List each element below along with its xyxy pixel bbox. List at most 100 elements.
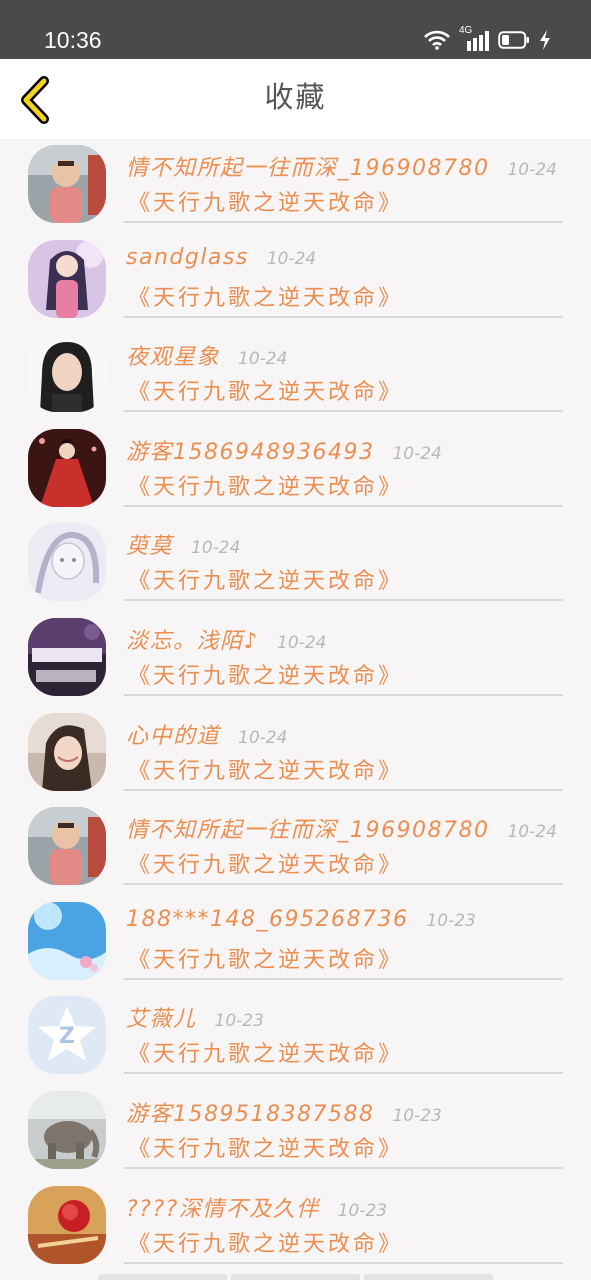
avatar[interactable] xyxy=(28,239,106,318)
timestamp: 10-24 xyxy=(392,443,442,464)
user-name[interactable]: 夜观星象 xyxy=(126,339,220,371)
name-line: 游客1589518387588 10-23 xyxy=(126,1096,442,1128)
work-title[interactable]: 《天行九歌之逆天改命》 xyxy=(128,942,403,974)
name-line: 萸莫 10-24 xyxy=(126,528,241,560)
portrait-photo-avatar xyxy=(28,334,106,413)
user-name[interactable]: 艾薇儿 xyxy=(126,1001,197,1033)
name-line: sandglass 10-24 xyxy=(126,245,316,275)
name-line: 游客1586948936493 10-24 xyxy=(126,434,442,466)
timestamp: 10-24 xyxy=(191,538,241,559)
user-name[interactable]: 情不知所起一往而深_196908780 xyxy=(126,812,489,844)
work-title[interactable]: 《天行九歌之逆天改命》 xyxy=(128,563,403,595)
wifi-icon xyxy=(424,30,450,50)
avatar[interactable] xyxy=(28,523,106,602)
name-line: 夜观星象 10-24 xyxy=(126,339,288,371)
divider xyxy=(124,221,563,223)
divider xyxy=(124,977,563,980)
timestamp: 10-24 xyxy=(238,727,288,748)
work-title[interactable]: 《天行九歌之逆天改命》 xyxy=(128,753,403,785)
charging-icon xyxy=(540,30,550,50)
next-row-peek xyxy=(98,1274,493,1280)
list-item[interactable]: sandglass 10-24 《天行九歌之逆天改命》 xyxy=(0,235,591,330)
user-name[interactable]: 心中的道 xyxy=(126,718,220,750)
user-name[interactable]: 淡忘。浅陌♪ xyxy=(126,623,259,655)
list-item[interactable]: 游客1589518387588 10-23 《天行九歌之逆天改命》 xyxy=(0,1086,591,1181)
page-title: 收藏 xyxy=(264,80,327,114)
user-name[interactable]: 188***148_695268736 xyxy=(126,907,408,932)
name-line: ????深情不及久伴 10-23 xyxy=(126,1191,387,1223)
rose-gift-avatar xyxy=(28,1185,106,1264)
user-name[interactable]: 萸莫 xyxy=(126,528,173,560)
list-item[interactable]: 情不知所起一往而深_196908780 10-24 《天行九歌之逆天改命》 xyxy=(0,802,591,897)
divider xyxy=(124,883,563,886)
work-title[interactable]: 《天行九歌之逆天改命》 xyxy=(128,1036,403,1068)
work-title[interactable]: 《天行九歌之逆天改命》 xyxy=(128,185,403,217)
list-item[interactable]: 情不知所起一往而深_196908780 10-24 《天行九歌之逆天改命》 xyxy=(0,140,591,235)
list-item[interactable]: 心中的道 10-24 《天行九歌之逆天改命》 xyxy=(0,708,591,803)
anime-girl-avatar xyxy=(28,239,106,318)
divider xyxy=(124,1261,563,1264)
name-line: 情不知所起一往而深_196908780 10-24 xyxy=(126,150,557,182)
user-name[interactable]: ????深情不及久伴 xyxy=(126,1191,320,1223)
name-line: 艾薇儿 10-23 xyxy=(126,1001,264,1033)
timestamp: 10-23 xyxy=(426,910,476,931)
network-type: 4G xyxy=(459,25,473,36)
list-item[interactable]: 萸莫 10-24 《天行九歌之逆天改命》 xyxy=(0,518,591,613)
nav-bar: 收藏 xyxy=(0,59,591,140)
divider xyxy=(124,410,563,413)
work-title[interactable]: 《天行九歌之逆天改命》 xyxy=(128,847,403,879)
user-name[interactable]: 游客1589518387588 xyxy=(126,1096,374,1128)
avatar[interactable] xyxy=(28,617,106,696)
favorites-list: 情不知所起一往而深_196908780 10-24 《天行九歌之逆天改命》 sandg… xyxy=(0,140,591,1275)
divider xyxy=(124,1072,563,1075)
user-name[interactable]: 游客1586948936493 xyxy=(126,434,374,466)
red-dress-figure-avatar xyxy=(28,428,106,507)
list-item[interactable]: 游客1586948936493 10-24 《天行九歌之逆天改命》 xyxy=(0,424,591,519)
list-item[interactable]: Z 艾薇儿 10-23 《天行九歌之逆天改命》 xyxy=(0,991,591,1086)
timestamp: 10-24 xyxy=(238,349,288,370)
svg-text:Z: Z xyxy=(59,1024,75,1049)
avatar[interactable] xyxy=(28,1185,106,1264)
avatar[interactable] xyxy=(28,807,106,886)
list-item[interactable]: 188***148_695268736 10-23 《天行九歌之逆天改命》 xyxy=(0,897,591,992)
avatar[interactable] xyxy=(28,712,106,791)
sketch-girl-avatar xyxy=(28,523,106,602)
status-bar: 10:36 4G xyxy=(0,0,591,59)
work-title[interactable]: 《天行九歌之逆天改命》 xyxy=(128,1131,403,1163)
divider xyxy=(124,693,563,696)
divider xyxy=(124,315,563,318)
user-name[interactable]: 情不知所起一往而深_196908780 xyxy=(126,150,489,182)
name-line: 188***148_695268736 10-23 xyxy=(126,907,476,937)
avatar[interactable] xyxy=(28,901,106,980)
work-title[interactable]: 《天行九歌之逆天改命》 xyxy=(128,658,403,690)
timestamp: 10-24 xyxy=(507,160,557,180)
dark-text-avatar xyxy=(28,617,106,696)
avatar[interactable] xyxy=(28,334,106,413)
work-title[interactable]: 《天行九歌之逆天改命》 xyxy=(128,374,403,406)
toddler-photo-avatar xyxy=(28,145,106,223)
timestamp: 10-23 xyxy=(214,1011,264,1032)
avatar[interactable] xyxy=(28,428,106,507)
elephant-statue-avatar xyxy=(28,1090,106,1169)
status-time: 10:36 xyxy=(44,27,102,53)
list-item[interactable]: 夜观星象 10-24 《天行九歌之逆天改命》 xyxy=(0,329,591,424)
work-title[interactable]: 《天行九歌之逆天改命》 xyxy=(128,469,403,501)
user-name[interactable]: sandglass xyxy=(126,245,249,270)
status-icons: 4G xyxy=(424,25,551,52)
avatar[interactable] xyxy=(28,1090,106,1169)
divider xyxy=(124,504,563,507)
work-title[interactable]: 《天行九歌之逆天改命》 xyxy=(128,1226,403,1258)
selfie-photo-avatar xyxy=(28,712,106,791)
blue-sky-avatar xyxy=(28,901,106,980)
name-line: 情不知所起一往而深_196908780 10-24 xyxy=(126,812,557,844)
default-qq-avatar: Z xyxy=(28,996,106,1075)
list-item[interactable]: 淡忘。浅陌♪ 10-24 《天行九歌之逆天改命》 xyxy=(0,613,591,708)
work-title[interactable]: 《天行九歌之逆天改命》 xyxy=(128,280,403,312)
divider xyxy=(124,788,563,791)
toddler-photo-avatar xyxy=(28,807,106,886)
avatar[interactable] xyxy=(28,145,106,223)
signal-icon: 4G xyxy=(459,25,489,51)
avatar[interactable]: Z xyxy=(28,996,106,1075)
list-item[interactable]: ????深情不及久伴 10-23 《天行九歌之逆天改命》 xyxy=(0,1181,591,1276)
divider xyxy=(124,1166,563,1169)
